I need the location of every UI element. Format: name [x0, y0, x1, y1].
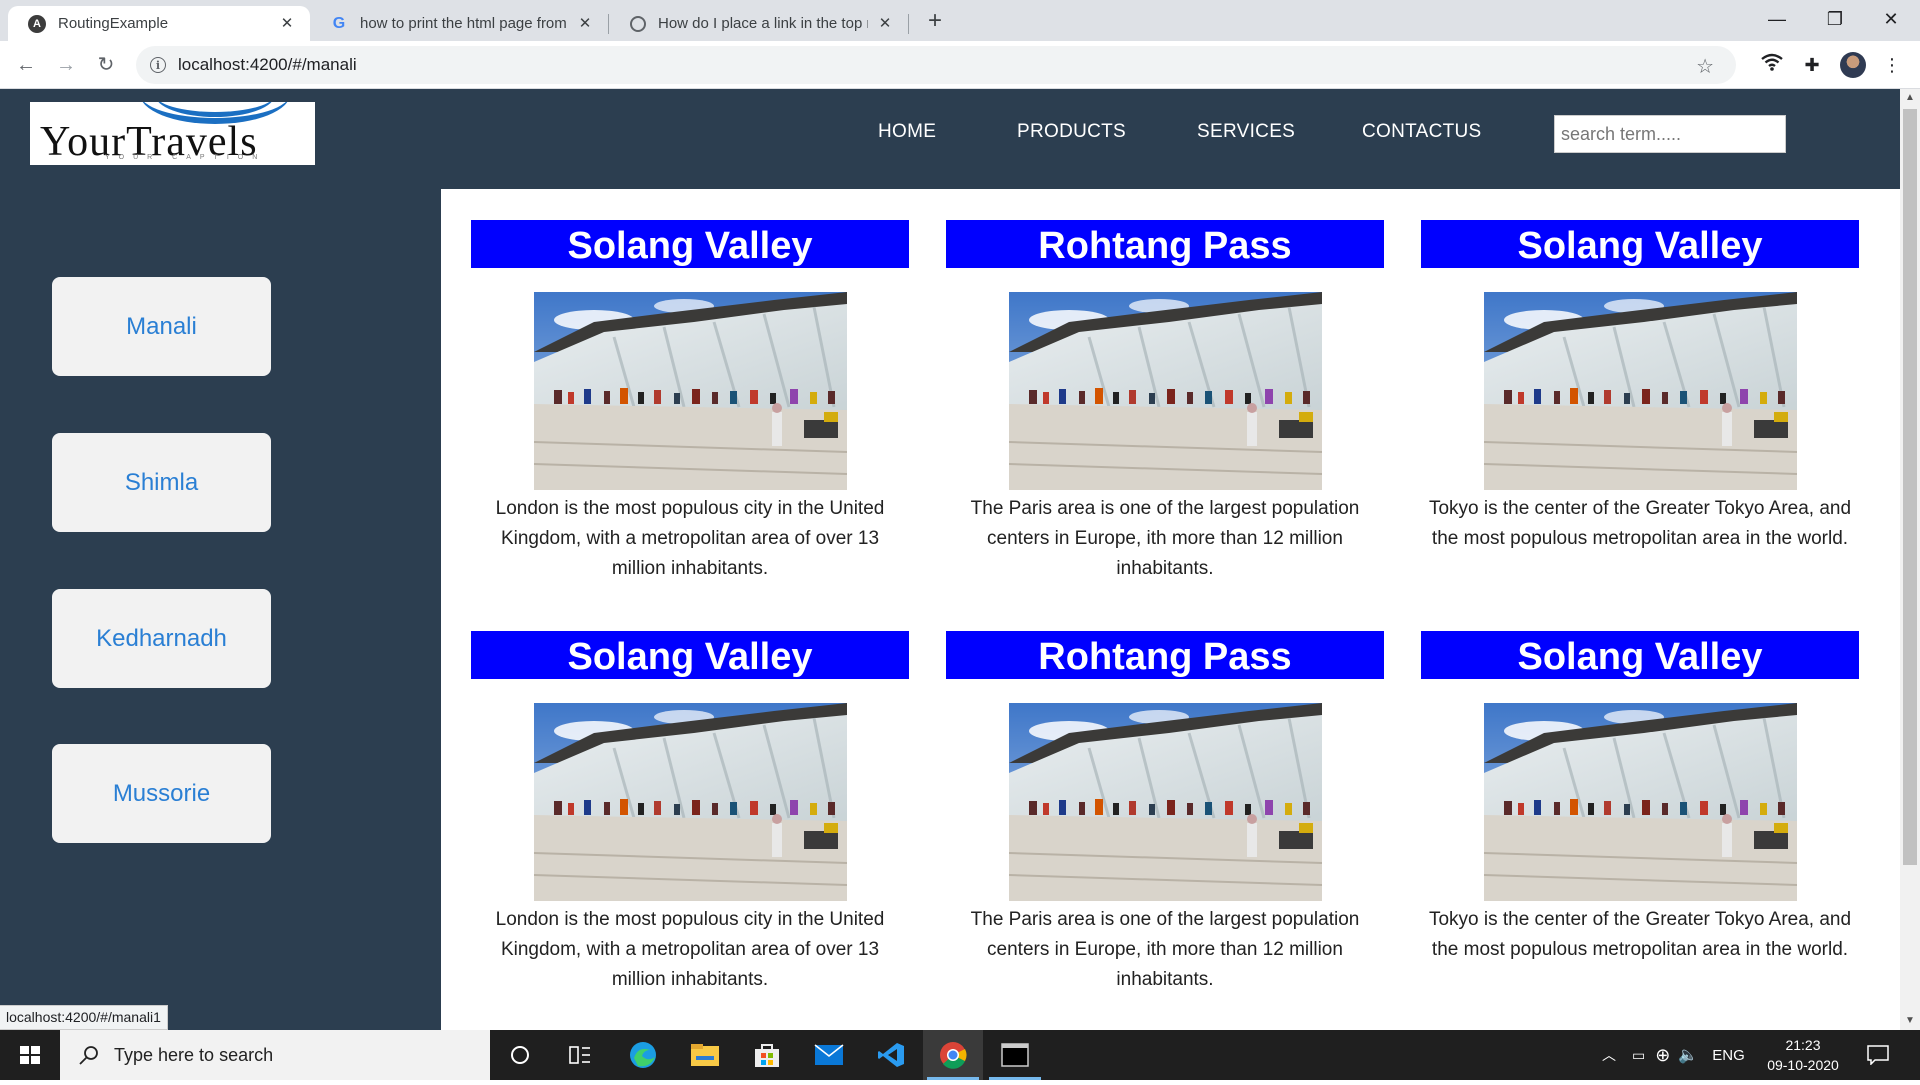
- angular-icon: A: [28, 14, 46, 33]
- scroll-down-icon[interactable]: ▼: [1900, 1012, 1920, 1030]
- show-hidden-icons-chevron-icon[interactable]: ︿: [1602, 1045, 1616, 1065]
- tab-title: How do I place a link in the top r: [658, 15, 868, 32]
- taskbar-search[interactable]: Type here to search: [60, 1030, 490, 1080]
- nav-products[interactable]: PRODUCTS: [1017, 121, 1126, 143]
- extensions-puzzle-icon[interactable]: ✚: [1800, 53, 1824, 77]
- sidebar-item-mussorie[interactable]: Mussorie: [52, 744, 271, 843]
- windows-start-icon[interactable]: [0, 1030, 60, 1080]
- page-scrollbar[interactable]: ▲ ▼: [1900, 89, 1920, 1030]
- google-icon: G: [332, 14, 346, 32]
- info-icon[interactable]: i: [150, 57, 166, 73]
- card-title: Rohtang Pass: [946, 220, 1384, 268]
- web-page: YourTravels YOUR CAPTION HOME PRODUCTS S…: [0, 89, 1900, 1030]
- card-description: London is the most populous city in the …: [495, 909, 885, 990]
- notifications-icon[interactable]: [1848, 1030, 1908, 1080]
- link-status-bubble: localhost:4200/#/manali1: [0, 1005, 168, 1030]
- card-description: Tokyo is the center of the Greater Tokyo…: [1428, 909, 1852, 960]
- address-bar[interactable]: i localhost:4200/#/manali ☆: [136, 46, 1736, 84]
- logo-caption: YOUR CAPTION: [105, 154, 267, 161]
- site-header: YourTravels YOUR CAPTION HOME PRODUCTS S…: [0, 89, 1900, 189]
- card-title: Solang Valley: [471, 631, 909, 679]
- network-globe-icon[interactable]: ⊕: [1655, 1045, 1670, 1066]
- terminal-icon[interactable]: [985, 1030, 1045, 1080]
- windows-taskbar: Type here to search ︿ ▭ ⊕ 🔈 ENG 21:23 09…: [0, 1030, 1920, 1080]
- destination-photo: [533, 703, 847, 901]
- search-input[interactable]: [1554, 115, 1786, 153]
- bookmark-star-icon[interactable]: ☆: [1696, 54, 1714, 79]
- back-arrow-icon[interactable]: ←: [12, 51, 40, 79]
- profile-avatar[interactable]: [1840, 52, 1866, 78]
- clock-date: 09-10-2020: [1767, 1057, 1839, 1073]
- browser-tab-strip: A RoutingExample ✕ G how to print the ht…: [0, 0, 1920, 41]
- sidebar: Manali Shimla Kedharnadh Mussorie: [0, 189, 441, 1030]
- nav-contactus[interactable]: CONTACTUS: [1362, 121, 1482, 143]
- destination-grid: Solang Valley London is the most populou…: [441, 189, 1900, 1030]
- clock-time: 21:23: [1785, 1037, 1821, 1053]
- card-title: Rohtang Pass: [946, 631, 1384, 679]
- close-tab-icon[interactable]: ✕: [576, 15, 594, 33]
- card-title: Solang Valley: [471, 220, 909, 268]
- microsoft-store-icon[interactable]: [737, 1030, 797, 1080]
- destination-card: Solang Valley London is the most populou…: [471, 631, 909, 995]
- minimize-icon[interactable]: —: [1748, 0, 1806, 38]
- battery-icon[interactable]: ▭: [1632, 1047, 1645, 1064]
- scrollbar-thumb[interactable]: [1903, 109, 1917, 865]
- card-description: The Paris area is one of the largest pop…: [970, 498, 1360, 579]
- restore-icon[interactable]: ❐: [1806, 0, 1864, 38]
- destination-photo: [1483, 703, 1797, 901]
- wifi-extension-icon[interactable]: [1760, 53, 1784, 77]
- close-tab-icon[interactable]: ✕: [278, 15, 296, 33]
- tab-title: how to print the html page from: [360, 15, 567, 32]
- mail-icon[interactable]: [799, 1030, 859, 1080]
- tab-routing-example[interactable]: A RoutingExample ✕: [8, 6, 310, 41]
- destination-card: Rohtang Pass The Paris area is one of th…: [946, 631, 1384, 995]
- browser-menu-icon[interactable]: ⋮: [1880, 53, 1904, 77]
- nav-home[interactable]: HOME: [878, 121, 936, 143]
- close-tab-icon[interactable]: ✕: [876, 15, 894, 33]
- destination-photo: [533, 292, 847, 490]
- sidebar-item-kedharnadh[interactable]: Kedharnadh: [52, 589, 271, 688]
- tab-place-link[interactable]: How do I place a link in the top r ✕: [610, 6, 908, 41]
- card-title: Solang Valley: [1421, 631, 1859, 679]
- tab-print-html[interactable]: G how to print the html page from ✕: [310, 6, 608, 41]
- forward-arrow-icon[interactable]: →: [52, 51, 80, 79]
- file-explorer-icon[interactable]: [675, 1030, 735, 1080]
- close-window-icon[interactable]: ✕: [1862, 0, 1920, 38]
- scroll-up-icon[interactable]: ▲: [1900, 89, 1920, 107]
- taskbar-clock[interactable]: 21:23 09-10-2020: [1758, 1035, 1848, 1075]
- address-toolbar: ← → ↻ i localhost:4200/#/manali ☆ ✚ ⋮: [0, 41, 1920, 89]
- new-tab-icon[interactable]: +: [921, 8, 949, 36]
- destination-card: Solang Valley Tokyo is the center of the…: [1421, 631, 1859, 965]
- vscode-icon[interactable]: [861, 1030, 921, 1080]
- taskbar-search-placeholder: Type here to search: [114, 1044, 274, 1065]
- card-description: London is the most populous city in the …: [495, 498, 885, 579]
- globe-icon: [630, 15, 646, 32]
- sidebar-item-manali[interactable]: Manali: [52, 277, 271, 376]
- site-logo[interactable]: YourTravels YOUR CAPTION: [30, 102, 315, 165]
- volume-icon[interactable]: 🔈: [1678, 1045, 1698, 1065]
- destination-card: Rohtang Pass The Paris area is one of th…: [946, 220, 1384, 584]
- search-icon: [79, 1046, 98, 1065]
- nav-services[interactable]: SERVICES: [1197, 121, 1295, 143]
- reload-icon[interactable]: ↻: [92, 51, 120, 79]
- cortana-icon[interactable]: [490, 1030, 550, 1080]
- destination-card: Solang Valley Tokyo is the center of the…: [1421, 220, 1859, 554]
- card-title: Solang Valley: [1421, 220, 1859, 268]
- task-view-icon[interactable]: [550, 1030, 610, 1080]
- card-description: Tokyo is the center of the Greater Tokyo…: [1428, 498, 1852, 549]
- system-tray: ︿ ▭ ⊕ 🔈 ENG: [1602, 1030, 1745, 1080]
- input-language[interactable]: ENG: [1712, 1047, 1745, 1064]
- destination-photo: [1483, 292, 1797, 490]
- destination-photo: [1008, 703, 1322, 901]
- sidebar-item-shimla[interactable]: Shimla: [52, 433, 271, 532]
- edge-browser-icon[interactable]: [613, 1030, 673, 1080]
- destination-card: Solang Valley London is the most populou…: [471, 220, 909, 584]
- url-text: localhost:4200/#/manali: [178, 55, 357, 74]
- tab-separator: [908, 14, 909, 34]
- tab-separator: [608, 14, 609, 34]
- destination-photo: [1008, 292, 1322, 490]
- card-description: The Paris area is one of the largest pop…: [970, 909, 1360, 990]
- chrome-icon[interactable]: [923, 1030, 983, 1080]
- tab-title: RoutingExample: [58, 15, 169, 32]
